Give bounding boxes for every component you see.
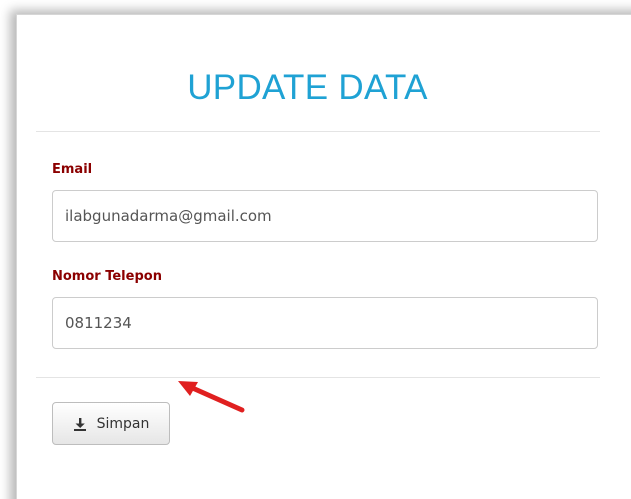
phone-field[interactable] [52,297,598,349]
email-label: Email [52,162,93,177]
screenshot-stage: UPDATE DATA Email Nomor Telepon Simpan [0,0,631,499]
title-divider [36,131,600,132]
phone-label: Nomor Telepon [52,269,162,284]
page-title: UPDATE DATA [187,68,428,107]
email-field[interactable] [52,190,598,242]
download-icon [73,417,87,431]
form-divider [36,377,600,378]
save-button-label: Simpan [96,415,150,432]
save-button[interactable]: Simpan [52,402,170,445]
red-arrow-annotation-icon [178,381,245,413]
